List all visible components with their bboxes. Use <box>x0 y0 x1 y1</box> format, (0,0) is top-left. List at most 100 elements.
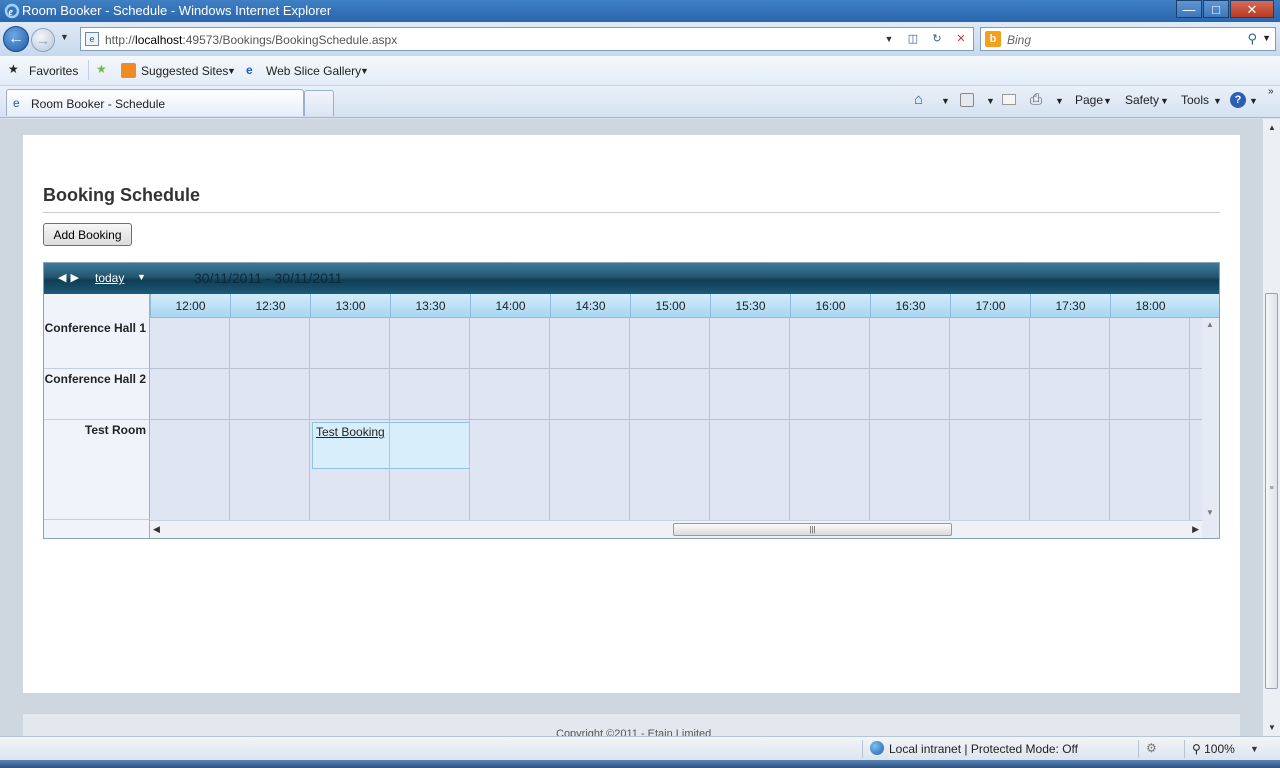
page-title: Booking Schedule <box>43 185 201 205</box>
feeds-dropdown-icon[interactable]: ▼ <box>986 96 995 106</box>
page-scroll-up-icon[interactable]: ▲ <box>1268 123 1276 132</box>
status-bar: Local intranet | Protected Mode: Off ⚙ ⚲… <box>0 736 1280 760</box>
add-to-favorites-icon[interactable]: ★ <box>96 62 107 76</box>
heading-divider <box>43 212 1220 213</box>
address-bar[interactable]: e http://localhost:49573/Bookings/Bookin… <box>80 27 974 51</box>
resource-row-header: Test Room <box>44 420 150 520</box>
page-scroll-thumb[interactable]: ≡ <box>1265 293 1278 689</box>
page-menu[interactable]: Page <box>1075 93 1103 107</box>
view-dropdown-icon[interactable]: ▼ <box>137 272 146 282</box>
page-footer: Copyright ©2011 - Etain Limited <box>23 713 1240 736</box>
content-viewport: Booking Schedule Add Booking ◀▶ today ▼ … <box>0 119 1262 736</box>
search-box[interactable]: b Bing ⚲ ▼ <box>980 27 1276 51</box>
schedule-grid[interactable]: Test Booking <box>150 318 1202 520</box>
favorites-button[interactable]: Favorites <box>29 64 78 78</box>
globe-icon <box>870 741 884 755</box>
page-vertical-scrollbar[interactable]: ▲ ≡ ▼ <box>1262 119 1280 736</box>
resource-row-header: Conference Hall 1 <box>44 318 150 369</box>
search-options-dropdown-icon[interactable]: ▼ <box>1262 33 1271 43</box>
horizontal-scroll-thumb[interactable]: ||| <box>673 523 952 536</box>
page-icon: e <box>85 32 99 46</box>
search-input[interactable]: Bing <box>1007 33 1031 47</box>
forward-button[interactable]: → <box>31 28 55 52</box>
time-slot-header: 12:00 <box>150 294 230 317</box>
back-button[interactable]: ← <box>3 26 29 52</box>
rss-icon[interactable] <box>960 93 974 107</box>
home-icon[interactable]: ⌂ <box>914 91 923 108</box>
time-slot-header: 15:30 <box>710 294 790 317</box>
resource-name: Conference Hall 1 <box>44 321 146 335</box>
close-window-button[interactable]: ✕ <box>1230 0 1274 18</box>
address-url[interactable]: http://localhost:49573/Bookings/BookingS… <box>105 33 397 47</box>
stop-icon[interactable]: ✕ <box>951 30 971 48</box>
web-slice-dropdown-icon[interactable]: ▼ <box>360 66 369 76</box>
home-dropdown-icon[interactable]: ▼ <box>941 96 950 106</box>
scheduler-horizontal-scrollbar[interactable]: ◀ ||| ▶ <box>150 520 1202 538</box>
help-dropdown-icon[interactable]: ▼ <box>1249 96 1258 106</box>
scroll-down-icon[interactable]: ▼ <box>1206 508 1214 517</box>
zoom-level[interactable]: ⚲ 100% <box>1192 742 1235 756</box>
window-title-bar: e Room Booker - Schedule - Windows Inter… <box>0 0 1280 22</box>
tab-bar: e Room Booker - Schedule ⌂ ▼ ▼ ⎙ ▼ Page … <box>0 86 1280 118</box>
new-tab-button[interactable] <box>304 90 334 116</box>
resource-footer <box>44 520 150 538</box>
status-divider <box>1138 740 1139 758</box>
add-booking-button[interactable]: Add Booking <box>43 223 132 246</box>
safety-menu-dropdown-icon[interactable]: ▼ <box>1160 96 1169 106</box>
compatibility-view-icon[interactable]: ◫ <box>903 30 923 48</box>
resource-name: Test Room <box>84 423 146 437</box>
refresh-icon[interactable]: ↻ <box>927 30 947 48</box>
window-title: Room Booker - Schedule - Windows Interne… <box>22 3 332 18</box>
protected-mode-icon[interactable]: ⚙ <box>1146 741 1157 755</box>
time-slot-header: 16:00 <box>790 294 870 317</box>
favorites-bar: ★ Favorites ★ Suggested Sites ▼ e Web Sl… <box>0 56 1280 86</box>
time-slot-header: 17:00 <box>950 294 1030 317</box>
page-scroll-down-icon[interactable]: ▼ <box>1268 723 1276 732</box>
web-slice-gallery-link[interactable]: Web Slice Gallery <box>266 64 361 78</box>
time-slot-header: 18:00 <box>1110 294 1190 317</box>
printer-icon[interactable]: ⎙ <box>1030 91 1042 108</box>
scroll-up-icon[interactable]: ▲ <box>1206 320 1214 329</box>
time-slot-header: 14:00 <box>470 294 550 317</box>
mail-icon[interactable] <box>1002 94 1016 105</box>
tools-menu-dropdown-icon[interactable]: ▼ <box>1213 96 1222 106</box>
time-slot-header: 16:30 <box>870 294 950 317</box>
zoom-dropdown-icon[interactable]: ▼ <box>1250 744 1259 754</box>
time-slot-header: 15:00 <box>630 294 710 317</box>
scroll-right-icon[interactable]: ▶ <box>1192 524 1199 535</box>
security-zone[interactable]: Local intranet | Protected Mode: Off <box>889 742 1078 756</box>
today-link[interactable]: today <box>95 271 124 285</box>
previous-day-icon[interactable]: ◀ <box>58 272 70 284</box>
time-header: 12:00 12:30 13:00 13:30 14:00 14:30 15:00 15:30… <box>150 294 1219 318</box>
recent-pages-dropdown-icon[interactable]: ▼ <box>60 32 69 42</box>
scheduler-toolbar: ◀▶ today ▼ 30/11/2011 - 30/11/2011 <box>44 263 1219 294</box>
suggested-sites-link[interactable]: Suggested Sites <box>141 64 228 78</box>
star-icon: ★ <box>8 62 19 76</box>
navigation-bar: ← → ▼ e http://localhost:49573/Bookings/… <box>0 22 1280 56</box>
scroll-left-icon[interactable]: ◀ <box>153 524 160 535</box>
scheduler-vertical-scrollbar[interactable]: ▲ ▼ <box>1202 318 1219 520</box>
status-divider <box>1184 740 1185 758</box>
back-arrow-icon: ← <box>8 30 24 47</box>
more-commands-icon[interactable]: » <box>1268 86 1274 97</box>
booking-title-link[interactable]: Test Booking <box>316 425 385 439</box>
suggested-sites-icon <box>121 63 136 78</box>
page-menu-dropdown-icon[interactable]: ▼ <box>1103 96 1112 106</box>
tab-room-booker[interactable]: e Room Booker - Schedule <box>6 89 304 116</box>
maximize-button[interactable]: □ <box>1203 0 1229 18</box>
suggested-sites-dropdown-icon[interactable]: ▼ <box>227 66 236 76</box>
print-dropdown-icon[interactable]: ▼ <box>1055 96 1064 106</box>
page-body: Booking Schedule Add Booking ◀▶ today ▼ … <box>23 135 1240 693</box>
help-icon[interactable]: ? <box>1230 92 1246 108</box>
resource-row-header: Conference Hall 2 <box>44 369 150 420</box>
safety-menu[interactable]: Safety <box>1125 93 1159 107</box>
address-dropdown-icon[interactable]: ▼ <box>879 30 899 48</box>
next-day-icon[interactable]: ▶ <box>70 272 82 284</box>
favorites-divider <box>88 60 89 80</box>
booking-appointment[interactable]: Test Booking <box>312 422 470 469</box>
date-range: 30/11/2011 - 30/11/2011 <box>194 270 343 286</box>
magnifier-icon[interactable]: ⚲ <box>1247 31 1257 47</box>
minimize-button[interactable]: — <box>1176 0 1202 18</box>
windows-taskbar <box>0 760 1280 768</box>
tools-menu[interactable]: Tools <box>1181 93 1209 107</box>
